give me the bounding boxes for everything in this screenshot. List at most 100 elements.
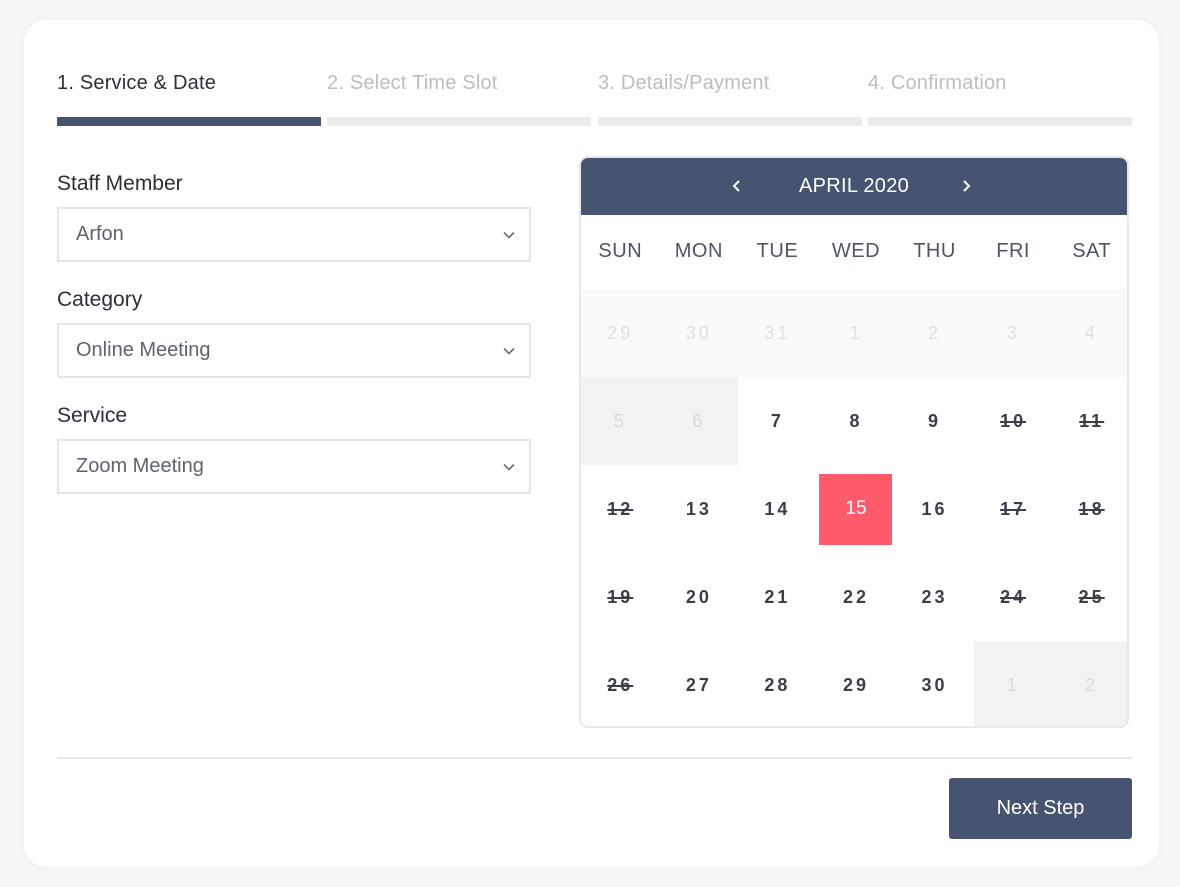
day-number: 6 bbox=[692, 410, 706, 431]
next-step-button[interactable]: Next Step bbox=[949, 778, 1132, 839]
day-number: 26 bbox=[607, 674, 634, 695]
day-cell: 11 bbox=[1052, 377, 1127, 465]
weekday-fri: FRI bbox=[996, 240, 1030, 262]
day-cell: 6 bbox=[659, 377, 739, 465]
day-cell: 2 bbox=[1052, 641, 1127, 726]
day-number: 17 bbox=[1000, 498, 1027, 519]
category-group: Category Online Meeting bbox=[57, 286, 531, 402]
day-grid: 29 30 31 1 2 3 4 5 6 7 8 9 10 11 12 13 14 15 16 17 18 19 20 21 2… bbox=[581, 289, 1127, 726]
booking-form: Staff Member Arfon Category Online Meeti… bbox=[57, 170, 531, 518]
day-number: 12 bbox=[607, 498, 634, 519]
day-cell: 24 bbox=[974, 553, 1053, 641]
chevron-right-icon[interactable] bbox=[956, 176, 976, 196]
category-select[interactable]: Online Meeting bbox=[57, 323, 531, 378]
day-cell[interactable]: 9 bbox=[895, 377, 974, 465]
selected-day-cell[interactable]: 15 bbox=[817, 465, 896, 553]
day-cell: 2 bbox=[895, 289, 974, 377]
chevron-down-icon bbox=[503, 463, 515, 471]
day-number: 2 bbox=[928, 322, 942, 343]
day-cell: 1 bbox=[816, 289, 896, 377]
day-number: 11 bbox=[1079, 410, 1105, 431]
staff-select[interactable]: Arfon bbox=[57, 207, 531, 262]
day-number: 7 bbox=[770, 410, 784, 431]
day-cell: 1 bbox=[973, 641, 1053, 726]
staff-label: Staff Member bbox=[57, 172, 183, 195]
day-number: 25 bbox=[1078, 586, 1105, 607]
day-cell: 19 bbox=[581, 553, 660, 641]
service-label: Service bbox=[57, 404, 128, 427]
day-cell: 29 bbox=[581, 289, 660, 377]
day-number: 20 bbox=[685, 586, 712, 607]
day-number: 1 bbox=[849, 322, 863, 343]
day-cell[interactable]: 30 bbox=[895, 641, 974, 726]
day-cell[interactable]: 14 bbox=[738, 465, 817, 553]
day-number: 18 bbox=[1078, 498, 1105, 519]
weekday-sat: SAT bbox=[1072, 240, 1112, 262]
staff-value: Arfon bbox=[76, 223, 124, 245]
step-label: 2. Select Time Slot bbox=[327, 72, 498, 94]
step-label: 1. Service & Date bbox=[57, 72, 217, 94]
calendar-header: APRIL 2020 bbox=[581, 158, 1127, 215]
day-cell: 31 bbox=[738, 289, 817, 377]
day-cell: 18 bbox=[1052, 465, 1127, 553]
day-number: 29 bbox=[607, 322, 634, 343]
day-number: 24 bbox=[1000, 586, 1027, 607]
day-cell[interactable]: 13 bbox=[660, 465, 739, 553]
day-number: 10 bbox=[1000, 410, 1027, 431]
chevron-down-icon bbox=[503, 347, 515, 355]
step-bar bbox=[327, 117, 591, 126]
day-cell[interactable]: 23 bbox=[895, 553, 974, 641]
day-cell: 17 bbox=[974, 465, 1053, 553]
day-cell[interactable]: 8 bbox=[817, 377, 896, 465]
step-progress: 1. Service & Date 2. Select Time Slot 3.… bbox=[57, 72, 1132, 127]
day-cell[interactable]: 29 bbox=[817, 641, 896, 726]
day-number: 22 bbox=[842, 586, 869, 607]
day-cell: 25 bbox=[1052, 553, 1127, 641]
step-select-time-slot[interactable]: 2. Select Time Slot bbox=[327, 72, 591, 126]
day-number: 5 bbox=[613, 410, 627, 431]
category-value: Online Meeting bbox=[76, 339, 211, 361]
step-label: 3. Details/Payment bbox=[598, 72, 770, 94]
step-bar bbox=[57, 117, 321, 126]
day-number: 4 bbox=[1085, 322, 1099, 343]
day-number: 3 bbox=[1006, 322, 1020, 343]
service-select[interactable]: Zoom Meeting bbox=[57, 439, 531, 494]
day-cell[interactable]: 7 bbox=[738, 377, 817, 465]
weekday-mon: MON bbox=[674, 240, 723, 262]
day-number: 29 bbox=[842, 674, 869, 695]
day-cell: 10 bbox=[974, 377, 1053, 465]
day-cell[interactable]: 16 bbox=[895, 465, 974, 553]
calendar-month-title: APRIL 2020 bbox=[798, 175, 910, 197]
step-service-date[interactable]: 1. Service & Date bbox=[57, 72, 321, 126]
step-bar bbox=[868, 117, 1132, 126]
day-number: 13 bbox=[685, 498, 712, 519]
step-label: 4. Confirmation bbox=[868, 72, 1007, 94]
weekday-wed: WED bbox=[831, 240, 881, 262]
day-number: 30 bbox=[685, 322, 712, 343]
weekday-row: SUN MON TUE WED THU FRI SAT bbox=[581, 215, 1127, 289]
divider bbox=[57, 757, 1132, 759]
calendar: APRIL 2020 SUN MON TUE WED THU FRI SAT 29 30 31 1… bbox=[579, 156, 1129, 728]
day-number: 14 bbox=[764, 498, 791, 519]
day-number: 8 bbox=[849, 410, 863, 431]
step-confirmation[interactable]: 4. Confirmation bbox=[868, 72, 1132, 126]
day-number: 2 bbox=[1085, 674, 1099, 695]
day-cell: 26 bbox=[581, 641, 660, 726]
day-cell: 3 bbox=[973, 289, 1053, 377]
day-cell[interactable]: 28 bbox=[738, 641, 817, 726]
day-number: 21 bbox=[764, 586, 791, 607]
weekday-tue: TUE bbox=[756, 240, 799, 262]
day-number: 16 bbox=[921, 498, 948, 519]
day-cell: 5 bbox=[581, 377, 660, 465]
day-number: 27 bbox=[685, 674, 712, 695]
day-number: 28 bbox=[764, 674, 791, 695]
chevron-left-icon[interactable] bbox=[727, 176, 747, 196]
day-cell: 12 bbox=[581, 465, 660, 553]
day-cell[interactable]: 20 bbox=[660, 553, 739, 641]
day-cell[interactable]: 21 bbox=[738, 553, 817, 641]
day-number: 30 bbox=[921, 674, 948, 695]
day-cell[interactable]: 27 bbox=[660, 641, 739, 726]
day-number: 15 bbox=[819, 473, 893, 545]
day-cell[interactable]: 22 bbox=[817, 553, 896, 641]
step-details-payment[interactable]: 3. Details/Payment bbox=[598, 72, 862, 126]
